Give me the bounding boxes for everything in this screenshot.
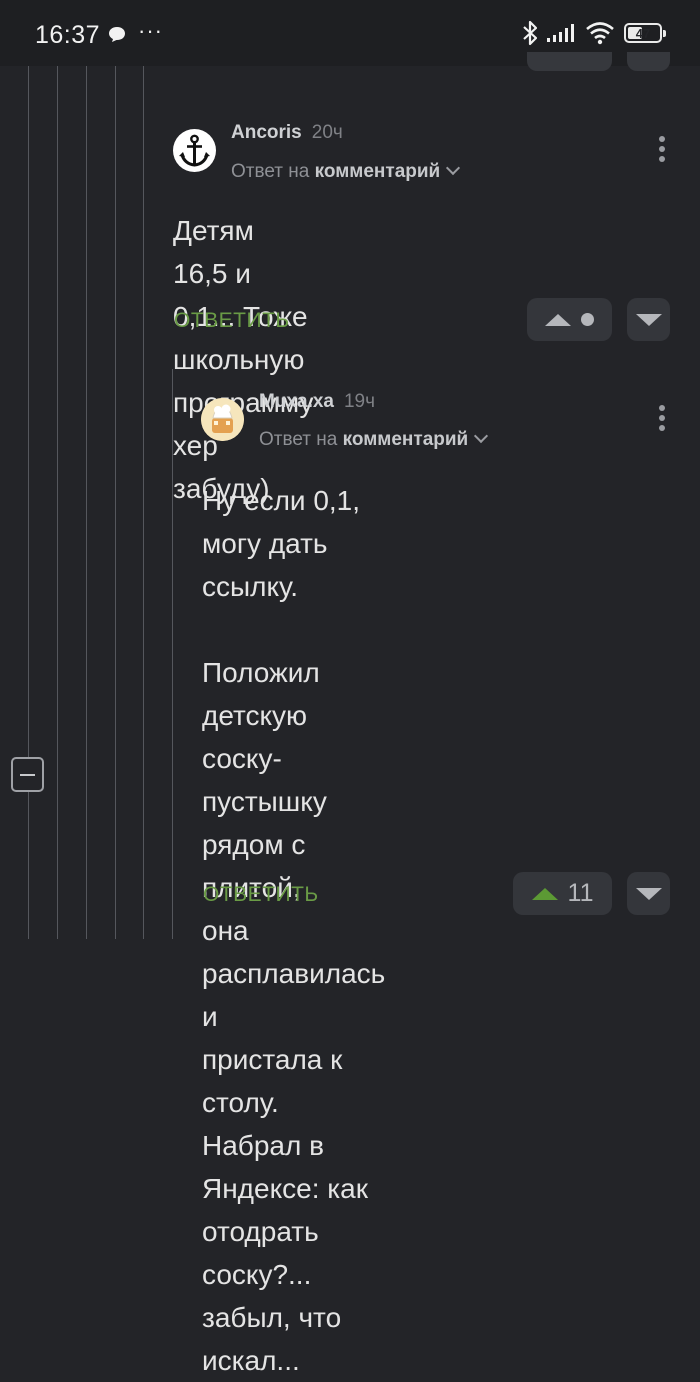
rating-count: 11 <box>567 879 594 907</box>
comment-time: 19ч <box>343 391 376 412</box>
reply-to-link[interactable]: Ответ на комментарий <box>231 160 461 183</box>
reply-button[interactable]: ОТВЕТИТЬ <box>203 883 319 907</box>
reply-target[interactable]: комментарий <box>343 429 469 450</box>
chevron-down-icon <box>446 160 461 176</box>
downvote-button[interactable] <box>627 872 670 915</box>
cartoon-avatar-icon <box>201 398 244 441</box>
upvote-icon <box>531 887 558 900</box>
signal-icon <box>547 24 574 42</box>
upvote-button[interactable]: 11 <box>513 872 612 915</box>
avatar[interactable] <box>201 398 244 441</box>
bluetooth-icon <box>523 20 537 46</box>
previous-downvote-button[interactable] <box>627 52 670 71</box>
thread-line <box>28 66 29 939</box>
chevron-down-icon <box>474 428 489 444</box>
downvote-icon <box>635 887 662 900</box>
battery-level: 47 <box>635 25 651 41</box>
comment-author[interactable]: Muxa.xa 19ч <box>259 391 375 413</box>
downvote-icon <box>635 313 662 326</box>
avatar[interactable] <box>173 129 216 172</box>
comment-text: Детям 16,5 и 0,1... Тоже школьную програ… <box>173 215 314 504</box>
previous-vote-button[interactable] <box>527 52 612 71</box>
collapse-thread-button[interactable] <box>11 757 44 792</box>
chat-bubble-icon <box>109 27 125 42</box>
reply-target[interactable]: комментарий <box>315 161 441 182</box>
author-name[interactable]: Muxa.xa <box>259 391 334 412</box>
battery-icon: 47 <box>624 23 666 43</box>
reply-button[interactable]: ОТВЕТИТЬ <box>174 309 290 333</box>
comment-time: 20ч <box>311 122 343 143</box>
more-notifications-icon: ··· <box>138 18 163 43</box>
upvote-icon <box>545 313 571 326</box>
thread-line <box>115 66 116 939</box>
thread-line <box>143 66 144 939</box>
wifi-icon <box>586 22 614 45</box>
comment-text: Ну если 0,1, могу дать ссылку. Положил д… <box>202 485 386 1376</box>
reply-to-link[interactable]: Ответ на комментарий <box>259 428 489 451</box>
thread-line <box>57 66 58 939</box>
status-time: 16:37 <box>35 21 101 49</box>
more-options-icon[interactable] <box>658 405 666 435</box>
author-name[interactable]: Ancoris <box>231 122 302 143</box>
thread-line <box>86 66 87 939</box>
downvote-button[interactable] <box>627 298 670 341</box>
upvote-button[interactable] <box>527 298 612 341</box>
rating-hidden-dot <box>581 313 594 326</box>
comment-author[interactable]: Ancoris 20ч <box>231 122 343 144</box>
more-options-icon[interactable] <box>658 136 666 166</box>
anchor-icon <box>179 134 210 167</box>
